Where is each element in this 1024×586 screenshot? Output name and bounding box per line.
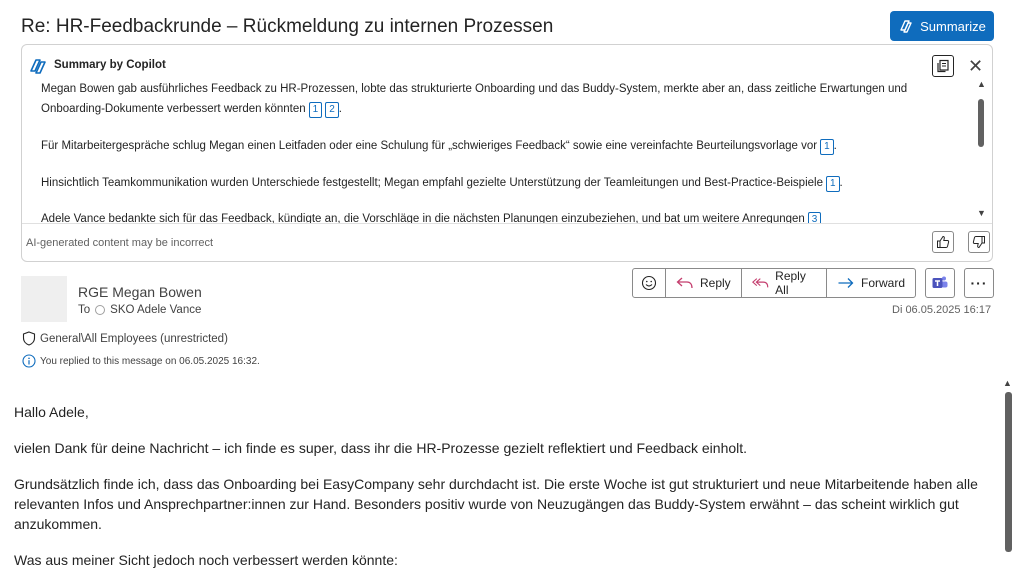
summary-paragraph: Hinsichtlich Teamkommunikation wurden Un… xyxy=(41,173,921,193)
info-icon xyxy=(22,354,36,368)
summary-content: Megan Bowen gab ausführliches Feedback z… xyxy=(22,81,992,223)
scroll-down-arrow[interactable]: ▼ xyxy=(977,208,986,218)
citation-badge[interactable]: 1 xyxy=(825,176,840,192)
avatar[interactable] xyxy=(21,276,67,322)
sender-name[interactable]: RGE Megan Bowen xyxy=(78,284,202,300)
copilot-icon xyxy=(30,59,46,74)
scroll-up-arrow[interactable]: ▲ xyxy=(977,79,986,89)
recipient-row: To SKO Adele Vance xyxy=(78,304,201,316)
body-paragraph: Was aus meiner Sicht jedoch noch verbess… xyxy=(14,552,398,568)
summarize-label: Summarize xyxy=(920,18,986,34)
copy-button[interactable] xyxy=(932,55,954,77)
body-paragraph: vielen Dank für deine Nachricht – ich fi… xyxy=(14,440,748,456)
citation-badge[interactable]: 2 xyxy=(325,102,339,118)
message-date: Di 06.05.2025 16:17 xyxy=(892,304,992,316)
reply-button[interactable]: Reply xyxy=(665,269,741,297)
message-action-bar: Reply Reply All Forward xyxy=(632,268,916,298)
citation-badge[interactable]: 1 xyxy=(308,102,323,118)
thumbs-up-icon xyxy=(937,235,950,248)
ai-disclaimer: AI-generated content may be incorrect xyxy=(26,237,214,249)
react-button[interactable] xyxy=(633,269,665,297)
sensitivity-text: General\All Employees (unrestricted) xyxy=(40,332,228,345)
email-subject: Re: HR-Feedbackrunde – Rückmeldung zu in… xyxy=(21,16,554,37)
copilot-title: Summary by Copilot xyxy=(54,59,166,71)
message-scrollbar[interactable] xyxy=(1005,392,1012,552)
body-paragraph: Hallo Adele, xyxy=(14,404,89,420)
recipient-name[interactable]: SKO Adele Vance xyxy=(110,304,201,316)
reply-icon xyxy=(676,277,693,289)
emoji-icon xyxy=(641,275,657,291)
sensitivity-label[interactable]: General\All Employees (unrestricted) xyxy=(22,331,228,346)
citation-badge[interactable]: 3 xyxy=(807,212,822,223)
thumbs-up-button[interactable] xyxy=(932,231,954,253)
reply-all-icon xyxy=(751,278,768,288)
copilot-icon xyxy=(900,20,912,33)
body-paragraph: Grundsätzlich finde ich, dass das Onboar… xyxy=(14,476,978,532)
reply-all-label: Reply All xyxy=(775,269,806,297)
divider xyxy=(22,223,992,224)
summary-paragraph: Megan Bowen gab ausführliches Feedback z… xyxy=(41,81,921,119)
more-icon[interactable]: ··· xyxy=(964,268,994,298)
shield-icon xyxy=(22,331,36,346)
forward-label: Forward xyxy=(860,276,905,290)
summary-paragraph: Für Mitarbeitergespräche schlug Megan ei… xyxy=(41,136,921,156)
thumbs-down-button[interactable] xyxy=(968,231,990,253)
message-body: Hallo Adele, vielen Dank für deine Nachr… xyxy=(14,402,994,586)
scroll-up-arrow[interactable]: ▲ xyxy=(1003,378,1012,388)
summarize-button[interactable]: Summarize xyxy=(890,11,994,41)
teams-icon xyxy=(932,276,948,288)
reply-all-button[interactable]: Reply All xyxy=(740,269,826,297)
citation-badge[interactable]: 1 xyxy=(820,139,834,155)
teams-button[interactable] xyxy=(925,268,955,298)
reply-label: Reply xyxy=(700,276,731,290)
replied-text: You replied to this message on 06.05.202… xyxy=(40,355,260,367)
summary-paragraph: Adele Vance bedankte sich für das Feedba… xyxy=(41,209,921,223)
summary-scrollbar[interactable] xyxy=(978,99,984,147)
copilot-summary-card: Summary by Copilot ✕ Megan Bowen gab aus… xyxy=(21,44,993,262)
replied-notice: You replied to this message on 06.05.202… xyxy=(22,354,260,368)
forward-icon xyxy=(838,278,854,288)
close-icon[interactable]: ✕ xyxy=(968,55,983,77)
presence-status-icon xyxy=(95,305,106,315)
to-label: To xyxy=(78,304,91,316)
copy-icon xyxy=(937,59,949,73)
forward-button[interactable]: Forward xyxy=(825,269,915,297)
thumbs-down-icon xyxy=(972,236,985,249)
